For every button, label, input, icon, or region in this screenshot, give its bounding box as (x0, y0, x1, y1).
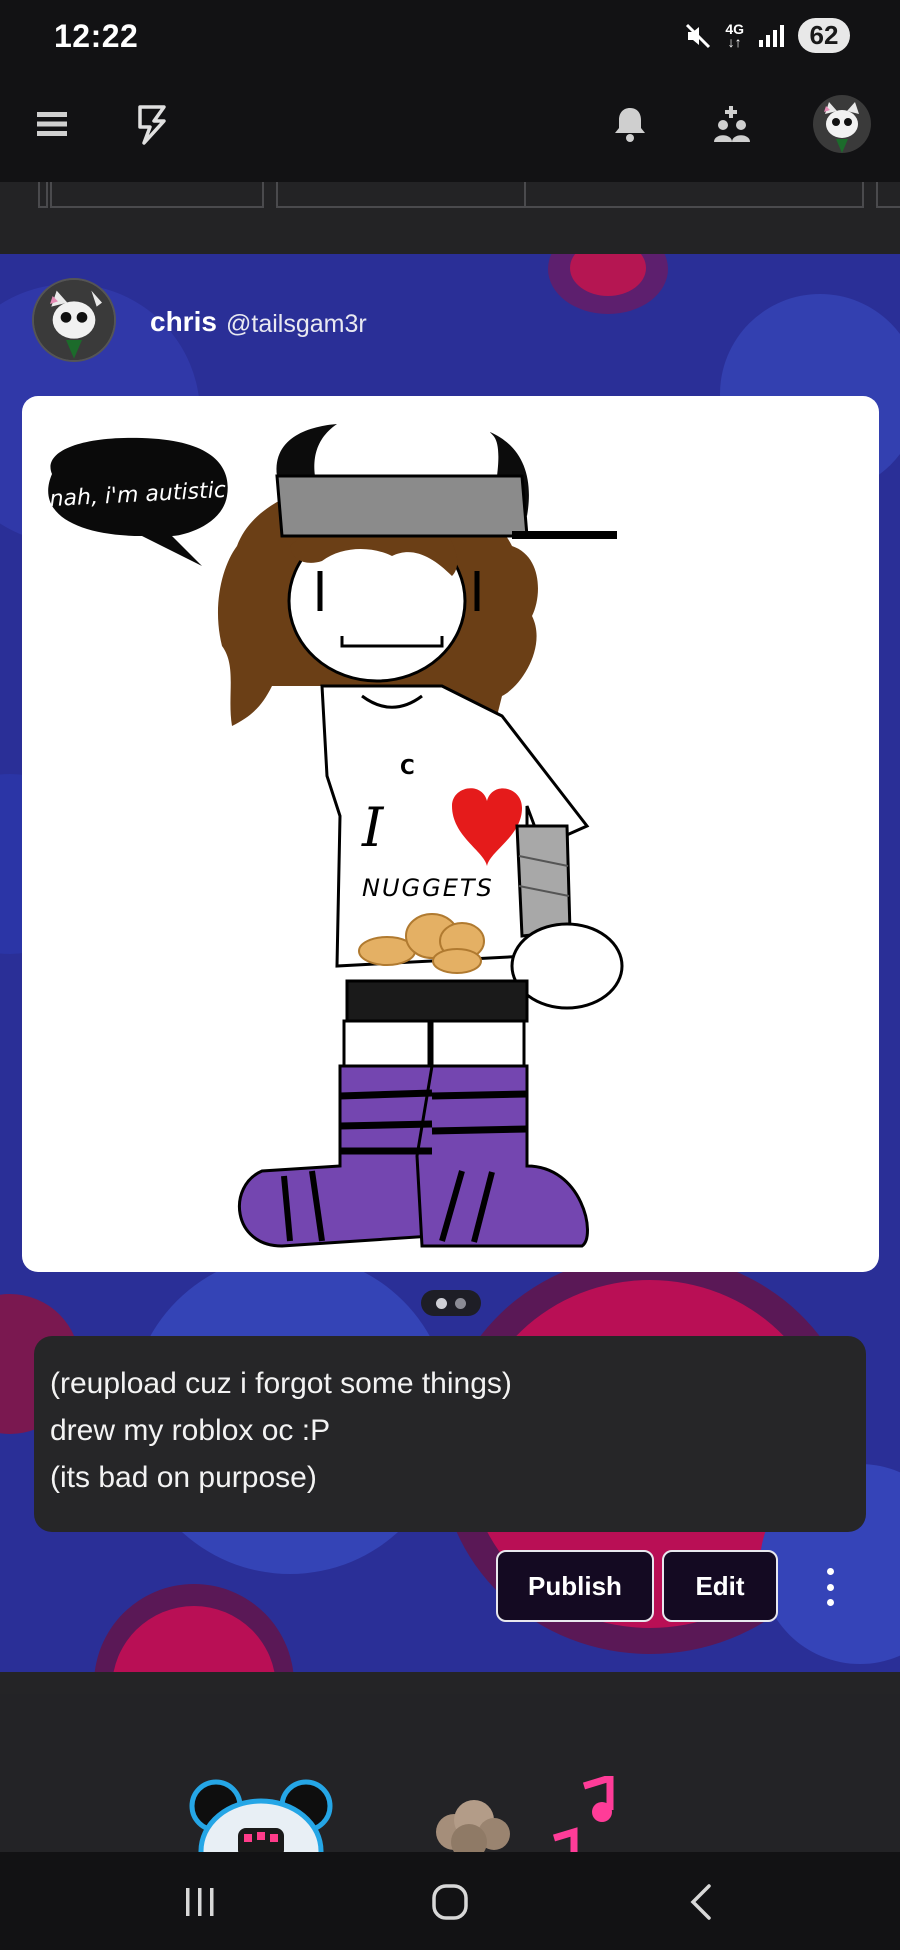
author-name[interactable]: chris (150, 306, 217, 338)
cat-avatar-icon (34, 280, 114, 360)
tab-frame (50, 182, 264, 208)
edit-button[interactable]: Edit (662, 1550, 778, 1622)
author-avatar[interactable] (32, 278, 116, 362)
more-dot (826, 1583, 834, 1591)
notifications-button[interactable] (600, 94, 660, 154)
roblox-oc-drawing: nah, i'm autistic C I NUGGETS (48, 424, 624, 1248)
caption-line: (its bad on purpose) (50, 1461, 317, 1494)
caption-line: drew my roblox oc :P (50, 1414, 331, 1447)
section-divider (0, 1672, 900, 1694)
tab-frame (876, 182, 900, 208)
lightning-icon (138, 105, 166, 145)
tab-frame (524, 182, 864, 208)
tab-frame (276, 182, 526, 208)
shirt-text-bottom: NUGGETS (362, 874, 494, 902)
music-note-icon[interactable] (548, 1776, 628, 1852)
more-dot (826, 1568, 834, 1575)
carousel-indicator[interactable] (421, 1290, 481, 1316)
recent-apps-button[interactable] (170, 1872, 230, 1932)
post-image[interactable]: nah, i'm autistic C I NUGGETS (22, 396, 879, 1272)
author-handle[interactable]: @tailsgam3r (226, 310, 367, 339)
status-bar: 12:22 4G ↓↑ 62 (0, 0, 900, 72)
carousel-dot[interactable] (436, 1297, 447, 1309)
publish-button[interactable]: Publish (496, 1550, 654, 1622)
caption-line: (reupload cuz i forgot some things) (50, 1367, 512, 1400)
back-button[interactable] (672, 1872, 732, 1932)
lightning-button[interactable] (120, 94, 180, 154)
profile-avatar[interactable] (810, 92, 874, 156)
data-arrows: ↓↑ (727, 33, 742, 50)
panda-mascot-icon[interactable] (186, 1776, 336, 1852)
more-dot (826, 1599, 834, 1606)
mute-icon (686, 23, 711, 48)
tab-strip (0, 182, 900, 254)
cloud-icon[interactable] (424, 1792, 524, 1852)
menu-button[interactable] (22, 94, 82, 154)
recent-apps-icon (186, 1888, 214, 1916)
lower-panel (0, 1694, 900, 1852)
system-nav-bar (0, 1852, 900, 1950)
more-options-button[interactable] (816, 1562, 844, 1612)
cat-avatar-icon (813, 95, 871, 153)
status-time: 12:22 (54, 18, 139, 54)
home-button[interactable] (420, 1872, 480, 1932)
shirt-text-i: I (361, 796, 385, 859)
bell-icon (615, 108, 645, 142)
necklace-letter: C (400, 755, 415, 779)
tab-frame (38, 182, 48, 208)
add-friend-button[interactable] (702, 94, 762, 154)
menu-icon (37, 112, 67, 136)
app-header (0, 72, 900, 182)
carousel-dot[interactable] (455, 1297, 466, 1309)
status-icons: 4G ↓↑ 62 (685, 18, 850, 53)
post-caption: (reupload cuz i forgot some things) drew… (34, 1336, 866, 1532)
add-friend-icon (714, 106, 750, 142)
signal-icon (759, 24, 784, 47)
network-arrows-icon: 4G ↓↑ (725, 22, 744, 50)
battery-icon: 62 (798, 18, 850, 53)
home-icon (432, 1884, 468, 1920)
back-icon (690, 1884, 711, 1920)
